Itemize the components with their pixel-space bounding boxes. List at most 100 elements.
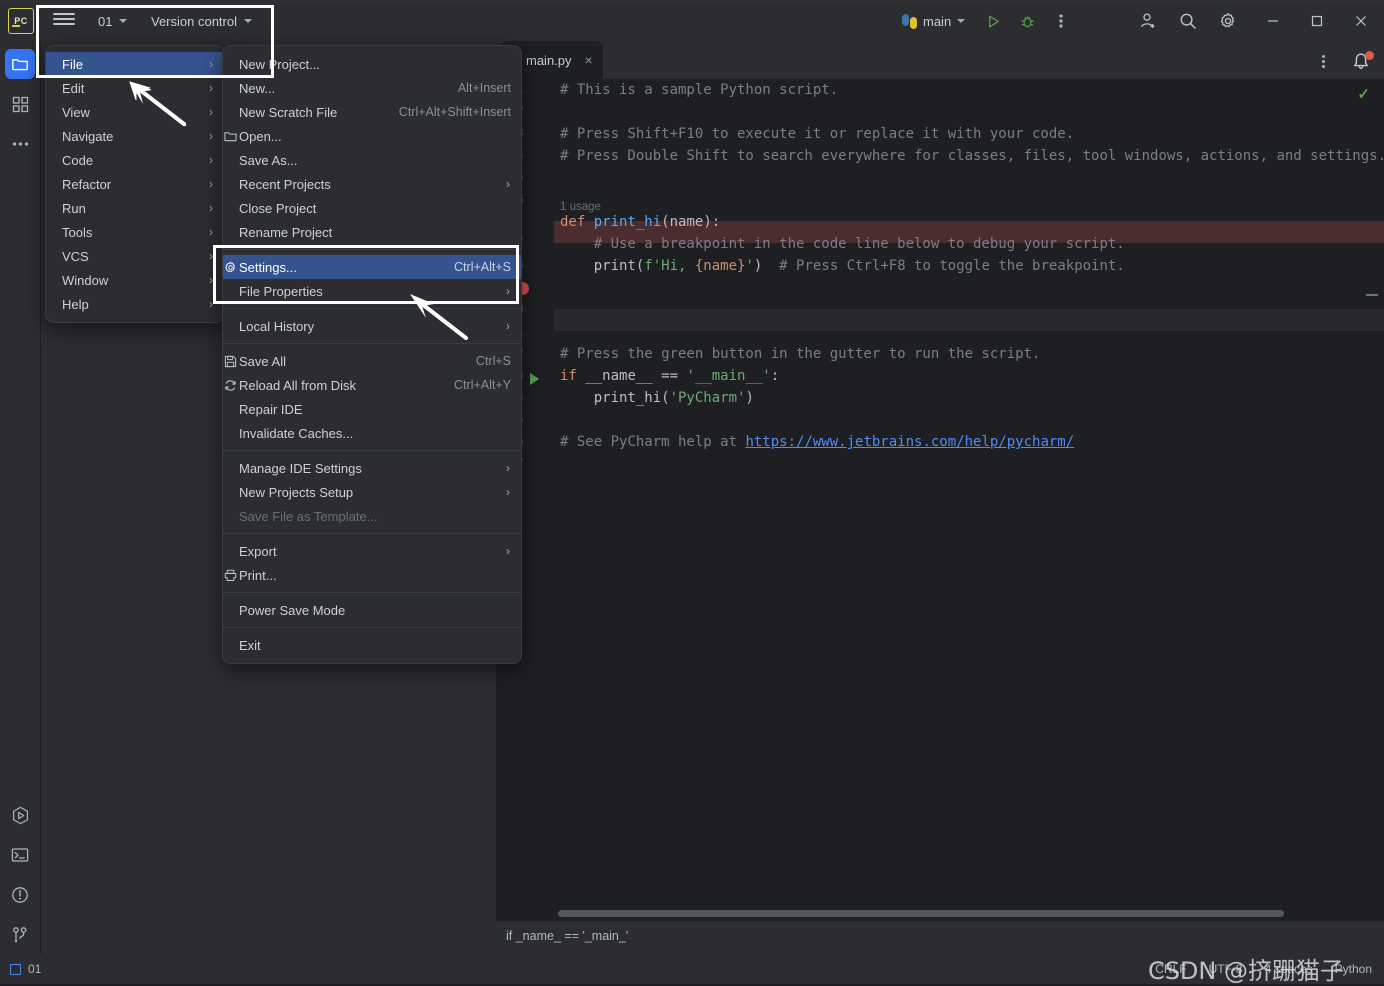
file-menu-new-scratch-file[interactable]: New Scratch File Ctrl+Alt+Shift+Insert xyxy=(223,100,521,124)
menu-separator xyxy=(223,450,521,451)
file-menu-save-all[interactable]: Save All Ctrl+S xyxy=(223,349,521,373)
sidebar-item-terminal[interactable] xyxy=(5,840,35,870)
project-selector[interactable]: 01 xyxy=(93,10,132,32)
terminal-icon xyxy=(11,848,29,862)
file-menu-file-properties[interactable]: File Properties › xyxy=(223,279,521,303)
file-menu-repair-ide[interactable]: Repair IDE xyxy=(223,397,521,421)
account-button[interactable] xyxy=(1135,8,1161,34)
sidebar-item-problems[interactable] xyxy=(5,880,35,910)
file-menu-manage-ide-settings[interactable]: Manage IDE Settings › xyxy=(223,456,521,480)
chevron-right-icon: › xyxy=(209,201,213,215)
python-icon xyxy=(902,13,917,29)
gear-icon xyxy=(222,261,239,274)
menu-label: Save File as Template... xyxy=(239,508,378,524)
menu-item-vcs[interactable]: VCS › xyxy=(46,244,224,268)
file-menu-invalidate-caches[interactable]: Invalidate Caches... xyxy=(223,421,521,445)
breadcrumb-text: if _name_ == '_main_' xyxy=(506,928,629,943)
run-line-icon[interactable] xyxy=(530,373,539,385)
menu-item-code[interactable]: Code › xyxy=(46,148,224,172)
close-window-button[interactable] xyxy=(1342,6,1380,36)
file-menu-new-projects-setup[interactable]: New Projects Setup › xyxy=(223,480,521,504)
menu-item-help[interactable]: Help › xyxy=(46,292,224,316)
search-everywhere-button[interactable] xyxy=(1175,8,1201,34)
menu-label: Code xyxy=(62,152,94,168)
file-menu-settings[interactable]: Settings... Ctrl+Alt+S xyxy=(223,255,521,279)
menu-label: Print... xyxy=(239,567,277,583)
sidebar-item-more[interactable] xyxy=(5,129,35,159)
indent-widget[interactable]: 4 spaces xyxy=(1265,962,1313,976)
menu-item-view[interactable]: View › xyxy=(46,100,224,124)
file-menu-export[interactable]: Export › xyxy=(223,539,521,563)
menu-item-edit[interactable]: Edit › xyxy=(46,76,224,100)
warning-circle-icon xyxy=(12,887,28,903)
editor-scroll-marker xyxy=(1366,294,1378,296)
line-separator-widget[interactable]: CRLF xyxy=(1155,962,1186,976)
debug-button[interactable] xyxy=(1014,8,1040,34)
menu-label: Settings... xyxy=(239,259,297,275)
menu-shortcut: Ctrl+Alt+Y xyxy=(454,378,511,392)
menu-item-tools[interactable]: Tools › xyxy=(46,220,224,244)
pycharm-window: PC 01 Version control main main.py × # T… xyxy=(0,0,1384,985)
jetbrains-help-link[interactable]: https://www.jetbrains.com/help/pycharm/ xyxy=(745,434,1074,450)
chevron-down-icon xyxy=(244,19,252,23)
file-menu-power-save-mode[interactable]: Power Save Mode xyxy=(223,598,521,622)
file-menu-new-project[interactable]: New Project... xyxy=(223,52,521,76)
menu-shortcut: Ctrl+Alt+Shift+Insert xyxy=(398,105,511,119)
file-menu-new[interactable]: New... Alt+Insert xyxy=(223,76,521,100)
print-icon xyxy=(222,569,239,582)
sidebar-item-git[interactable] xyxy=(5,920,35,950)
menu-item-refactor[interactable]: Refactor › xyxy=(46,172,224,196)
code-line: # This is a sample Python script. xyxy=(560,82,839,98)
menu-item-navigate[interactable]: Navigate › xyxy=(46,124,224,148)
menu-label: File xyxy=(62,56,83,72)
sidebar-item-run[interactable] xyxy=(5,800,35,830)
interpreter-widget[interactable]: Python xyxy=(1335,962,1372,976)
breadcrumb[interactable]: if _name_ == '_main_' xyxy=(496,920,1384,950)
notifications-button[interactable] xyxy=(1348,49,1378,75)
code-text[interactable]: # This is a sample Python script. # Pres… xyxy=(554,79,1384,921)
status-project-widget[interactable]: 01 xyxy=(10,962,41,976)
menu-label: Rename Project xyxy=(239,224,333,240)
file-menu-open[interactable]: Open... xyxy=(223,124,521,148)
close-tab-icon[interactable]: × xyxy=(585,53,593,67)
code-editor[interactable]: 1 2 3 4 5 6 7 8 10 11 12 13 14 15 16 17 xyxy=(496,79,1384,921)
menu-label: VCS xyxy=(62,248,89,264)
more-actions-button[interactable] xyxy=(1048,8,1074,34)
chevron-right-icon: › xyxy=(209,225,213,239)
version-control-widget[interactable]: Version control xyxy=(146,10,257,32)
editor-options-button[interactable] xyxy=(1314,52,1332,70)
save-icon xyxy=(222,355,239,368)
file-menu-rename-project[interactable]: Rename Project xyxy=(223,220,521,244)
maximize-button[interactable] xyxy=(1298,6,1336,36)
menu-item-window[interactable]: Window › xyxy=(46,268,224,292)
settings-button[interactable] xyxy=(1215,8,1241,34)
editor-area: main.py × 1 2 3 4 5 6 7 8 xyxy=(496,41,1384,921)
encoding-widget[interactable]: UTF-8 xyxy=(1209,962,1243,976)
horizontal-scrollbar[interactable] xyxy=(558,910,1284,917)
run-button[interactable] xyxy=(980,8,1006,34)
chevron-right-icon: › xyxy=(209,249,213,263)
menu-item-run[interactable]: Run › xyxy=(46,196,224,220)
file-menu-local-history[interactable]: Local History › xyxy=(223,314,521,338)
grid-squares-icon xyxy=(12,96,28,112)
inspection-status-icon[interactable]: ✓ xyxy=(1357,85,1370,103)
menu-label: New Scratch File xyxy=(239,104,338,120)
menu-item-file[interactable]: File › xyxy=(46,52,224,76)
menu-label: File Properties xyxy=(239,283,323,299)
file-menu-save-file-as-template: Save File as Template... xyxy=(223,504,521,528)
menu-shortcut: Ctrl+Alt+S xyxy=(454,260,511,274)
sidebar-item-structure[interactable] xyxy=(5,89,35,119)
sidebar-item-project[interactable] xyxy=(5,49,35,79)
play-hex-icon xyxy=(12,806,28,824)
main-menu-button[interactable] xyxy=(53,10,75,30)
run-configuration-selector[interactable]: main xyxy=(896,9,971,33)
file-menu-reload-all-from-disk[interactable]: Reload All from Disk Ctrl+Alt+Y xyxy=(223,373,521,397)
menu-label: Save All xyxy=(239,353,286,369)
file-menu-exit[interactable]: Exit xyxy=(223,633,521,657)
file-menu-recent-projects[interactable]: Recent Projects › xyxy=(223,172,521,196)
minimize-button[interactable] xyxy=(1254,6,1292,36)
file-menu-close-project[interactable]: Close Project xyxy=(223,196,521,220)
file-menu-save-as[interactable]: Save As... xyxy=(223,148,521,172)
code-line: print_hi('PyCharm') xyxy=(560,390,754,406)
file-menu-print[interactable]: Print... xyxy=(223,563,521,587)
